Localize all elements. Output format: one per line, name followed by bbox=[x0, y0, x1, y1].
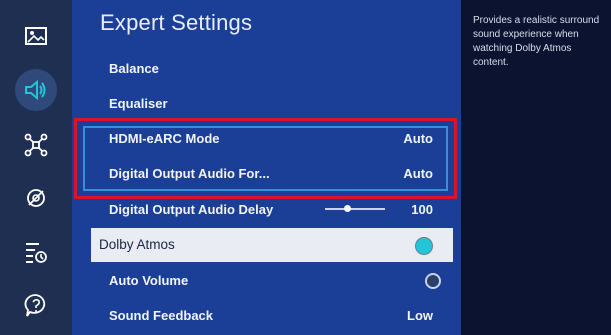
help-description: Provides a realistic surround sound expe… bbox=[473, 15, 600, 68]
menu-item-label: Balance bbox=[109, 61, 159, 76]
audio-delay-slider[interactable] bbox=[325, 205, 385, 212]
menu-item-auto-volume[interactable]: Auto Volume bbox=[72, 264, 461, 298]
auto-volume-toggle[interactable] bbox=[425, 273, 441, 289]
page-title: Expert Settings bbox=[100, 10, 253, 35]
broadcasting-icon[interactable] bbox=[16, 178, 56, 218]
menu-item-label: Sound Feedback bbox=[109, 308, 214, 323]
menu-item-balance[interactable]: Balance bbox=[72, 52, 461, 86]
menu-item-label: Equaliser bbox=[109, 96, 168, 111]
connection-icon[interactable] bbox=[16, 125, 56, 165]
general-settings-icon[interactable] bbox=[16, 232, 56, 272]
menu-item-label: Dolby Atmos bbox=[99, 237, 175, 252]
sidebar bbox=[0, 0, 72, 335]
sound-icon[interactable] bbox=[15, 69, 57, 111]
red-highlight-box bbox=[74, 118, 457, 199]
menu-item-label: Digital Output Audio Delay bbox=[109, 202, 274, 217]
focus-outline bbox=[83, 126, 448, 191]
menu-item-label: Auto Volume bbox=[109, 273, 189, 288]
picture-icon[interactable] bbox=[16, 16, 56, 56]
menu-item-sound-feedback[interactable]: Sound Feedback Low bbox=[72, 299, 461, 333]
menu-item-value: 100 bbox=[411, 202, 433, 217]
dolby-atmos-toggle[interactable] bbox=[415, 237, 433, 255]
menu-item-value: Low bbox=[407, 308, 433, 323]
slider-knob[interactable] bbox=[344, 205, 352, 212]
menu-item-equaliser[interactable]: Equaliser bbox=[72, 87, 461, 121]
support-icon[interactable] bbox=[16, 285, 56, 325]
menu-item-dolby-atmos[interactable]: Dolby Atmos bbox=[91, 228, 453, 262]
